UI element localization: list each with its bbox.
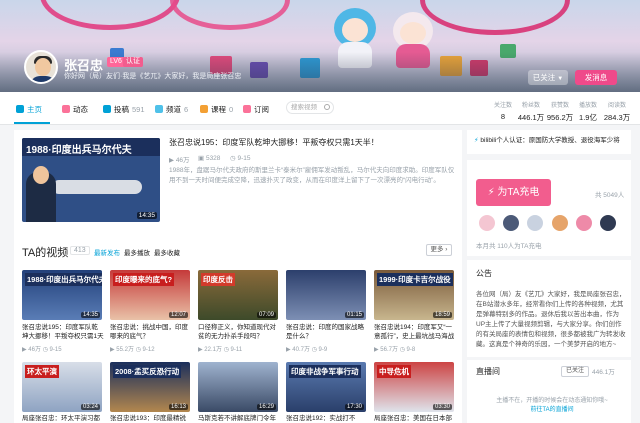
ribbon-decoration (40, 0, 180, 30)
fan-avatar[interactable] (551, 214, 569, 232)
video-title[interactable]: 口径称正义，你知道现代对贫的无力扑杀手段吗？ (198, 323, 280, 341)
video-title[interactable]: 张召忠说193：印度最精锐部队 (110, 414, 192, 423)
charge-button[interactable]: ⚡ 为TA充电 (476, 179, 551, 206)
notice-text: 各位网（局）友《艺兀》大家好，我是局座张召忠，在B站潜水多年，经常看你们上传的各… (476, 291, 626, 348)
sort-most-played[interactable]: 最多播放 (124, 247, 150, 257)
live-room-link[interactable]: 前往TA的直播间 (530, 407, 573, 413)
representative-video-thumbnail[interactable]: 1988·印度出兵马尔代夫 14:35 (22, 138, 160, 222)
more-videos-button[interactable]: 更多 › (426, 244, 452, 256)
representative-video-title[interactable]: 张召忠说195：印度军队乾坤大挪移！平叛夺权只需1天半！ (169, 137, 379, 148)
fan-avatar[interactable] (502, 214, 520, 232)
follow-button[interactable]: 已关注 ▼ (528, 70, 568, 85)
course-icon (200, 105, 208, 113)
stat-likes: 获赞数 956.2万 (546, 103, 574, 122)
thumbnail-caption: 1988·印度出兵马尔代夫 (26, 145, 132, 156)
video-thumbnail[interactable]: 2008·孟买反恐行动 16:13 (110, 362, 190, 412)
tab-home[interactable]: 主页 (16, 104, 42, 115)
space-page: { "header": { "username": "张召忠", "level_… (0, 0, 640, 423)
stat-plays: 播放数 1.9亿 (578, 103, 597, 122)
video-thumbnail[interactable]: 印度曝来的底气? 12:07 (110, 270, 190, 320)
video-meta: ▶ 56.7万 ◷ 9-8 (374, 347, 416, 353)
channel-icon (155, 105, 163, 113)
battery-icon: ⚡ (487, 187, 495, 198)
upload-icon (103, 105, 111, 113)
tab-channels[interactable]: 频道 6 (155, 104, 188, 115)
verify-text: ⚡ bilibili个人认证：原国防大学教授、退役海军少将 (474, 137, 620, 144)
notice-title: 公告 (476, 269, 492, 278)
subscribe-icon (243, 105, 251, 113)
video-title[interactable]: 张召忠说：挑战中国，印度哪来的底气？ (110, 323, 192, 341)
video-title[interactable]: 局座张召忠：环太平演习都要 (22, 414, 104, 423)
video-title[interactable]: 张召忠说194：印度军又“一意孤行”，史上最坑战马海战 (374, 323, 456, 341)
home-icon (16, 105, 24, 113)
verify-icon: ⚡ (474, 137, 479, 144)
stat-following[interactable]: 关注数 8 (488, 100, 518, 121)
video-title[interactable]: 张召忠说195：印度军队乾坤大挪移！平叛夺权只需1天半 (22, 323, 104, 341)
video-thumbnail[interactable]: 印度非战争军事行动 17:30 (286, 362, 366, 412)
fan-avatar[interactable] (575, 214, 593, 232)
video-thumbnail[interactable]: 01:15 (286, 270, 366, 320)
avatar[interactable] (24, 50, 58, 84)
videos-count: 413 (70, 246, 90, 255)
video-meta: ▶ 40.7万 ◷ 9-9 (286, 347, 328, 353)
video-thumbnail[interactable]: 1999·印度卡吉尔战役 18:59 (374, 270, 454, 320)
sort-most-favorited[interactable]: 最多收藏 (154, 247, 180, 257)
video-title[interactable]: 局座张召忠：美国在日本部署 (374, 414, 456, 423)
representative-video-desc: 1988年，盘踞马尔代夫政府的斯里兰卡“泰米尔”雇佣军发动叛乱，马尔代夫向印度求… (169, 167, 455, 184)
stat-reads: 阅读数 284.3万 (603, 103, 631, 122)
video-meta: ▶ 46万 ◷ 9-15 (22, 347, 62, 353)
tab-courses[interactable]: 课程 0 (200, 104, 233, 115)
fan-avatar[interactable] (478, 214, 496, 232)
dynamic-icon (62, 105, 70, 113)
video-meta: ▶ 22.1万 ◷ 9-11 (198, 347, 243, 353)
search-icon (324, 104, 330, 110)
charge-count: 共 5049人 (595, 192, 625, 199)
aircraft-shape (52, 180, 142, 194)
tab-subscriptions[interactable]: 订阅 (243, 104, 269, 115)
video-duration: 14:35 (136, 212, 157, 219)
ribbon-decoration (170, 0, 290, 30)
fan-avatar[interactable] (526, 214, 544, 232)
message-button[interactable]: 发消息 (575, 70, 617, 85)
active-tab-indicator (14, 122, 50, 124)
danmaku-count: ▣ 5328 (198, 155, 221, 162)
live-title: 直播间 (476, 367, 500, 376)
medal-badge: 认证 (123, 57, 143, 67)
video-thumbnail[interactable]: 中导危机 03:30 (374, 362, 454, 412)
tab-uploads[interactable]: 投稿 591 (103, 104, 145, 115)
live-offline-message: 主播不在，开播的时候会在动态通知你哦~ 前往TA的直播间 (496, 398, 608, 413)
video-thumbnail[interactable]: 1988·印度出兵马尔代夫 14:35 (22, 270, 102, 320)
live-follower-count: 446.1万 (592, 369, 615, 376)
videos-section-title: TA的视频 (22, 247, 69, 259)
video-title[interactable]: 马斯克若不讲解底牌门令年就 (198, 414, 280, 423)
video-thumbnail[interactable]: 印度反击 07:09 (198, 270, 278, 320)
chevron-down-icon: ▼ (557, 76, 564, 82)
publish-date: ◷ 9-15 (230, 155, 251, 162)
video-title[interactable]: 张召忠说：印度的国家战略是什么？ (286, 323, 368, 341)
video-title[interactable]: 张召忠说192：实战打不好， (286, 414, 368, 423)
video-thumbnail[interactable]: 16:29 (198, 362, 278, 412)
fan-avatar[interactable] (599, 214, 617, 232)
sort-latest[interactable]: 最新发布 (94, 247, 120, 257)
tab-dynamic[interactable]: 动态 (62, 104, 88, 115)
user-sign: 你好网（局）友们·我是《艺兀》大家好，我是局座张召忠 (64, 73, 242, 80)
charge-month-note: 本月共 110人为TA充电 (476, 243, 542, 250)
stat-fans[interactable]: 粉丝数 446.1万 (516, 100, 546, 123)
ribbon-decoration (420, 0, 570, 35)
search-input[interactable]: 搜索视频 (286, 101, 334, 114)
live-follow-button[interactable]: 已关注 (561, 366, 589, 377)
play-count: ▶ 46万 (169, 157, 190, 164)
video-thumbnail[interactable]: 环太平演 03:24 (22, 362, 102, 412)
video-meta: ▶ 55.2万 ◷ 9-12 (110, 347, 155, 353)
